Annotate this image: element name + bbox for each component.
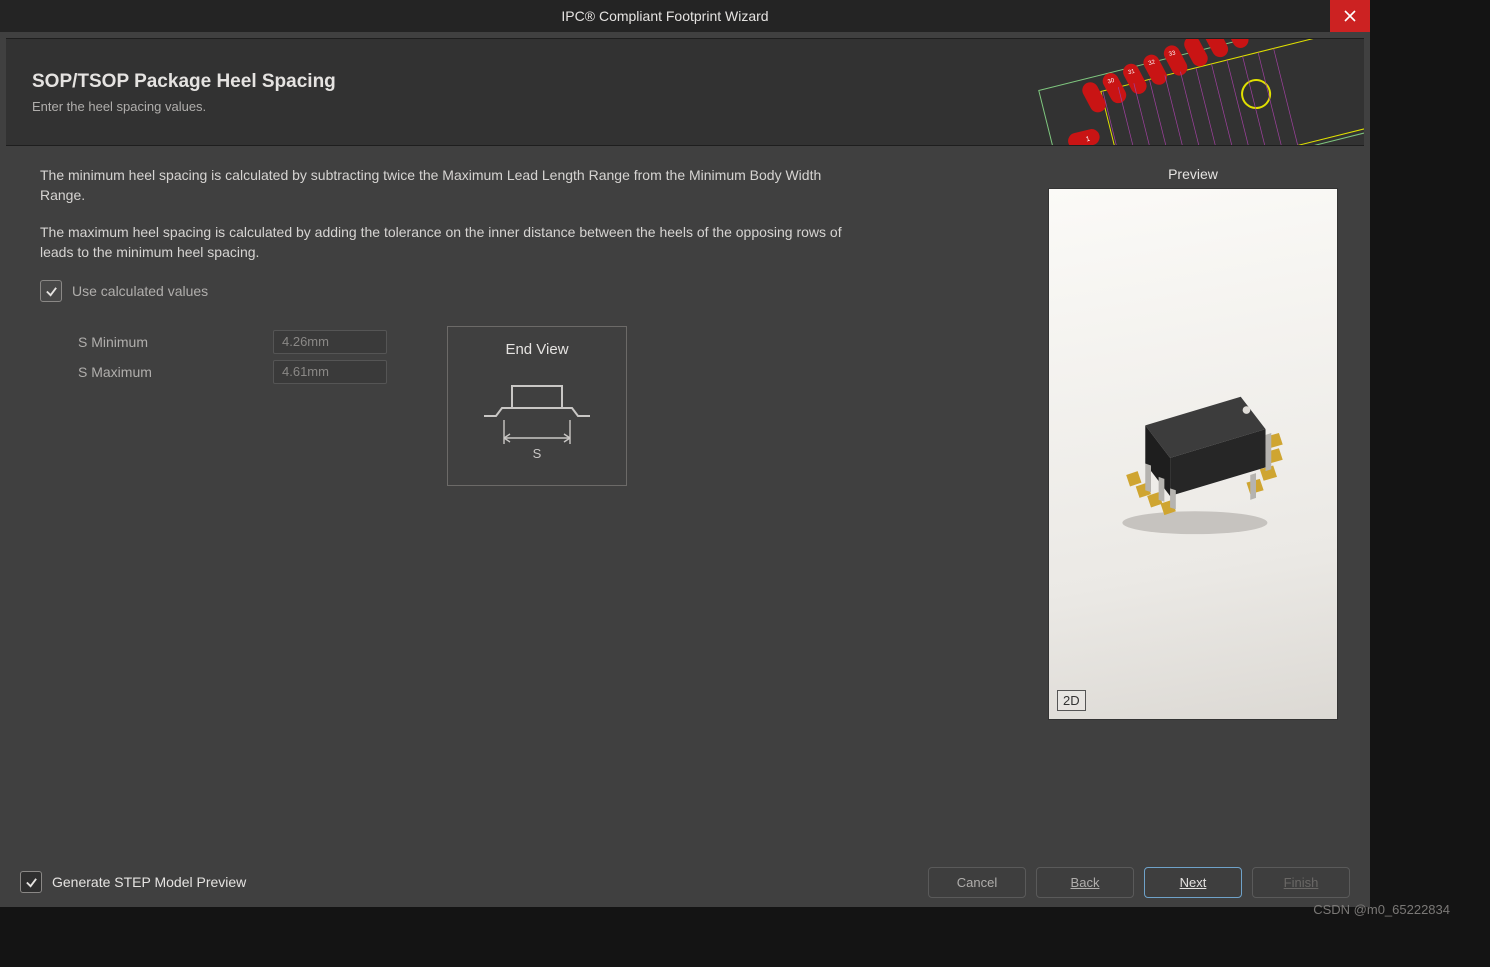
s-maximum-row: S Maximum 4.61mm bbox=[40, 360, 387, 384]
use-calculated-row[interactable]: Use calculated values bbox=[40, 280, 1020, 302]
back-button[interactable]: Back bbox=[1036, 867, 1134, 898]
description-p2: The maximum heel spacing is calculated b… bbox=[40, 223, 860, 262]
values-row: S Minimum 4.26mm S Maximum 4.61mm End Vi… bbox=[40, 324, 1020, 486]
s-minimum-field[interactable]: 4.26mm bbox=[273, 330, 387, 354]
s-minimum-label: S Minimum bbox=[40, 334, 273, 350]
value-fields: S Minimum 4.26mm S Maximum 4.61mm bbox=[40, 324, 387, 486]
wizard-content: The minimum heel spacing is calculated b… bbox=[0, 146, 1370, 857]
step-preview-row[interactable]: Generate STEP Model Preview bbox=[20, 871, 246, 893]
s-maximum-field[interactable]: 4.61mm bbox=[273, 360, 387, 384]
pcb-artwork: 1 30 31 32 33 bbox=[1024, 39, 1364, 146]
preview-mode-button[interactable]: 2D bbox=[1057, 690, 1086, 711]
next-button[interactable]: Next bbox=[1144, 867, 1242, 898]
preview-viewport[interactable]: 2D bbox=[1048, 188, 1338, 720]
close-button[interactable] bbox=[1330, 0, 1370, 32]
end-view-diagram: End View bbox=[447, 326, 627, 486]
titlebar: IPC® Compliant Footprint Wizard bbox=[0, 0, 1370, 32]
finish-button[interactable]: Finish bbox=[1252, 867, 1350, 898]
wizard-window: IPC® Compliant Footprint Wizard SOP/TSOP… bbox=[0, 0, 1370, 907]
diagram-caption: End View bbox=[505, 341, 568, 358]
close-icon bbox=[1344, 10, 1356, 22]
wizard-footer: Generate STEP Model Preview Cancel Back … bbox=[0, 857, 1370, 907]
cancel-button[interactable]: Cancel bbox=[928, 867, 1026, 898]
preview-heading: Preview bbox=[1048, 166, 1338, 182]
sop-endview-icon: S bbox=[462, 378, 612, 468]
s-minimum-row: S Minimum 4.26mm bbox=[40, 330, 387, 354]
dimension-label-s: S bbox=[533, 446, 542, 461]
use-calculated-checkbox[interactable] bbox=[40, 280, 62, 302]
step-preview-label: Generate STEP Model Preview bbox=[52, 874, 246, 890]
use-calculated-label: Use calculated values bbox=[72, 283, 208, 299]
soic-3d-icon bbox=[1088, 349, 1298, 559]
step-preview-checkbox[interactable] bbox=[20, 871, 42, 893]
config-panel: The minimum heel spacing is calculated b… bbox=[40, 166, 1020, 857]
check-icon bbox=[45, 285, 58, 298]
window-title: IPC® Compliant Footprint Wizard bbox=[0, 0, 1330, 32]
s-maximum-label: S Maximum bbox=[40, 364, 273, 380]
preview-panel: Preview bbox=[1048, 166, 1338, 857]
wizard-banner: SOP/TSOP Package Heel Spacing Enter the … bbox=[6, 38, 1364, 146]
description-p1: The minimum heel spacing is calculated b… bbox=[40, 166, 860, 205]
check-icon bbox=[25, 876, 38, 889]
